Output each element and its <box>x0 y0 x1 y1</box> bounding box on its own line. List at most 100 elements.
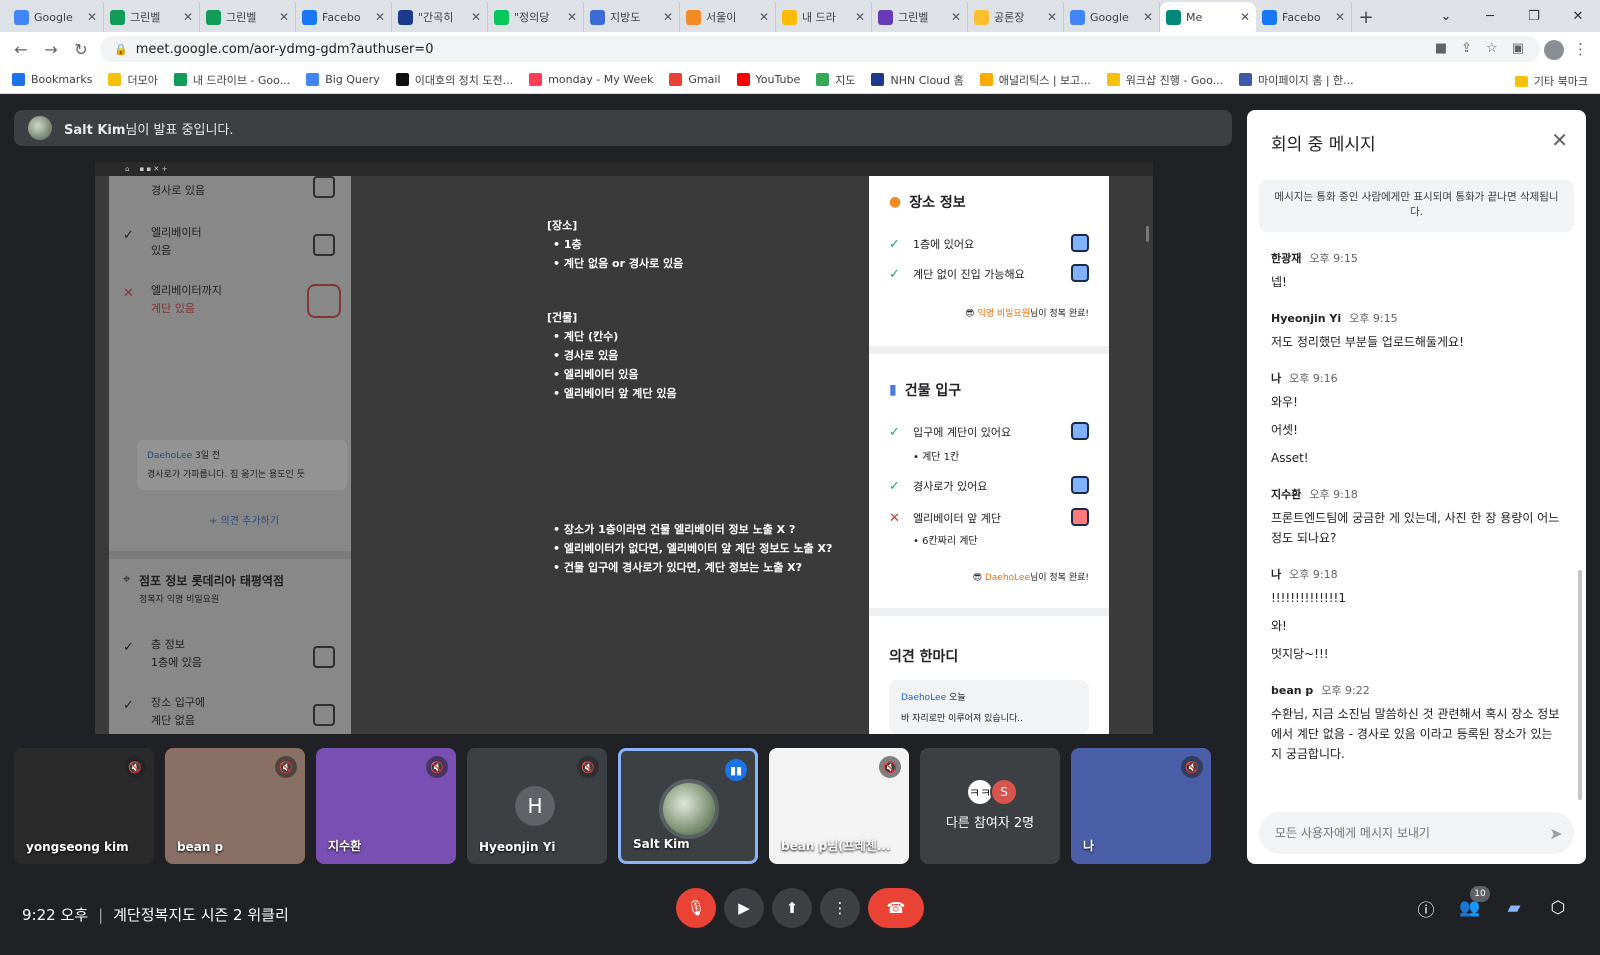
tab-search-icon[interactable]: ⌄ <box>1424 9 1468 24</box>
profile-avatar[interactable] <box>1544 40 1564 60</box>
tab-title: Facebo <box>322 10 361 24</box>
browser-tab[interactable]: 공론장 ✕ <box>968 2 1064 32</box>
bookmark-item[interactable]: Gmail <box>669 73 721 86</box>
participant-tile[interactable]: ▮▮ Salt Kim <box>618 748 758 864</box>
video-icon: ▶ <box>738 899 750 917</box>
camera-icon[interactable]: ■ <box>1435 41 1447 56</box>
participant-tile[interactable]: ㅋㅋ S 다른 참여자 2명 <box>920 748 1060 864</box>
bookmark-item[interactable]: 지도 <box>816 72 855 88</box>
browser-tab-strip: Google ✕ 그린벨 ✕ 그린벨 ✕ Facebo ✕ "간곡히 ✕ "정의당 ✕ 지방도 ✕ 서울이 ✕… <box>0 0 1600 32</box>
browser-tab[interactable]: 그린벨 ✕ <box>872 2 968 32</box>
tab-close-icon[interactable]: ✕ <box>855 10 865 24</box>
tab-close-icon[interactable]: ✕ <box>951 10 961 24</box>
browser-tab[interactable]: "간곡히 ✕ <box>392 2 488 32</box>
bookmark-item[interactable]: 워크샵 진행 - Goo... <box>1106 72 1223 88</box>
building-note-item: 계단 (칸수) <box>547 327 677 346</box>
browser-tab[interactable]: Facebo ✕ <box>296 2 392 32</box>
tab-close-icon[interactable]: ✕ <box>1047 10 1057 24</box>
pin-icon: ⌖ <box>123 572 131 587</box>
browser-tab[interactable]: 그린벨 ✕ <box>200 2 296 32</box>
maximize-button[interactable]: ❐ <box>1512 9 1556 24</box>
meeting-details-button[interactable]: ⓘ <box>1408 890 1444 926</box>
tab-list: Google ✕ 그린벨 ✕ 그린벨 ✕ Facebo ✕ "간곡히 ✕ "정의당 ✕ 지방도 ✕ 서울이 ✕… <box>0 0 1352 32</box>
chat-scrollbar[interactable] <box>1578 570 1582 800</box>
browser-tab[interactable]: 서울이 ✕ <box>680 2 776 32</box>
bookmark-item[interactable]: NHN Cloud 홈 <box>871 72 964 88</box>
tab-close-icon[interactable]: ✕ <box>1143 10 1153 24</box>
tab-close-icon[interactable]: ✕ <box>183 10 193 24</box>
tab-close-icon[interactable]: ✕ <box>87 10 97 24</box>
browser-tab[interactable]: 지방도 ✕ <box>584 2 680 32</box>
chat-title: 회의 중 메시지 <box>1271 135 1376 155</box>
bookmark-item[interactable]: monday - My Week <box>529 73 653 86</box>
new-tab-button[interactable]: + <box>1352 2 1380 32</box>
participant-tile[interactable]: 지수환 🔇 <box>316 748 456 864</box>
browser-tab[interactable]: "정의당 ✕ <box>488 2 584 32</box>
bookmark-item[interactable]: 내 드라이브 - Goo... <box>173 72 290 88</box>
bookmark-item[interactable]: 이대호의 정치 도전... <box>395 72 513 88</box>
tab-close-icon[interactable]: ✕ <box>375 10 385 24</box>
minimize-button[interactable]: ─ <box>1468 9 1512 24</box>
browser-tab[interactable]: 그린벨 ✕ <box>104 2 200 32</box>
left-item-1: 경사로 있음 <box>151 182 205 200</box>
shared-screen-tabbar: ⌂ ▪ ▪ ✕ + <box>95 162 1153 176</box>
tab-close-icon[interactable]: ✕ <box>279 10 289 24</box>
tab-close-icon[interactable]: ✕ <box>759 10 769 24</box>
participant-tile[interactable]: yongseong kim 🔇 <box>14 748 154 864</box>
bookmark-item[interactable]: 더모아 <box>108 72 158 88</box>
browser-tab[interactable]: Google ✕ <box>1064 2 1160 32</box>
browser-tab[interactable]: 내 드라 ✕ <box>776 2 872 32</box>
sidepanel-icon[interactable]: ▣ <box>1512 41 1524 56</box>
star-icon[interactable]: ☆ <box>1486 41 1498 56</box>
place-row-2: ✓ 계단 없이 진입 가능해요 <box>889 266 1025 282</box>
mic-off-button[interactable]: 🎙 <box>676 888 716 928</box>
participant-tile[interactable]: 나 🔇 <box>1071 748 1211 864</box>
meeting-time: 9:22 오후 <box>22 906 89 924</box>
rule-note-item: 엘리베이터가 없다면, 엘리베이터 앞 계단 정보도 노출 X? <box>547 539 833 558</box>
browser-tab[interactable]: Me ✕ <box>1160 2 1256 32</box>
left-item-4: 층 정보 1층에 있음 <box>151 636 202 672</box>
opinion-title: 의견 한마디 <box>889 646 958 666</box>
participant-tile[interactable]: H Hyeonjin Yi 🔇 <box>467 748 607 864</box>
forward-icon[interactable]: → <box>36 40 66 59</box>
tab-close-icon[interactable]: ✕ <box>567 10 577 24</box>
tab-close-icon[interactable]: ✕ <box>471 10 481 24</box>
ramp-icon <box>1071 264 1089 282</box>
leave-call-button[interactable]: ☎ <box>868 888 924 928</box>
bookmark-item[interactable]: YouTube <box>736 73 800 86</box>
present-button[interactable]: ⬆ <box>772 888 812 928</box>
tab-close-icon[interactable]: ✕ <box>663 10 673 24</box>
chat-message: 나 오후 9:18 !!!!!!!!!!!!!!1 와! 멋지당~!!! <box>1271 566 1563 664</box>
browser-menu-icon[interactable]: ⋮ <box>1573 40 1588 58</box>
ramp-icon <box>1071 476 1089 494</box>
bookmark-item[interactable]: 마이페이지 홈 | 한... <box>1239 72 1354 88</box>
people-button[interactable]: 👥 10 <box>1452 886 1490 926</box>
reload-icon[interactable]: ↻ <box>66 40 96 59</box>
camera-button[interactable]: ▶ <box>724 888 764 928</box>
more-options-button[interactable]: ⋮ <box>820 888 860 928</box>
share-icon[interactable]: ⇪ <box>1461 41 1472 56</box>
tab-favicon-icon <box>110 9 125 25</box>
bookmark-item[interactable]: 애널리틱스 | 보고... <box>979 72 1091 88</box>
meet-main: Salt Kim님이 발표 중입니다. ⌂ ▪ ▪ ✕ + 경사로 있음 ✓ 엘리… <box>0 94 1600 955</box>
chat-button[interactable]: ▰ <box>1496 890 1532 926</box>
activities-button[interactable]: ⬡ <box>1540 890 1576 926</box>
tab-close-icon[interactable]: ✕ <box>1335 10 1345 24</box>
tab-title: 서울이 <box>706 11 737 24</box>
other-bookmarks[interactable]: 기타 북마크 <box>1514 73 1588 89</box>
tab-title: Google <box>34 10 73 24</box>
browser-tab[interactable]: Google ✕ <box>8 2 104 32</box>
close-icon[interactable]: ✕ <box>1551 128 1568 152</box>
chat-input[interactable] <box>1275 826 1538 840</box>
close-window-button[interactable]: ✕ <box>1556 9 1600 24</box>
participant-tile[interactable]: bean p님(프레젠... 🔇 <box>769 748 909 864</box>
back-icon[interactable]: ← <box>6 40 36 59</box>
bookmark-item[interactable]: Big Query <box>306 73 380 86</box>
send-icon[interactable]: ➤ <box>1538 824 1574 843</box>
participant-tile[interactable]: bean p 🔇 <box>165 748 305 864</box>
url-bar[interactable]: 🔒 meet.google.com/aor-ydmg-gdm?authuser=… <box>100 36 1540 62</box>
participant-name: 다른 참여자 2명 <box>945 816 1035 831</box>
bookmark-item[interactable]: Bookmarks <box>12 73 92 86</box>
tab-close-icon[interactable]: ✕ <box>1240 10 1250 24</box>
browser-tab[interactable]: Facebo ✕ <box>1256 2 1352 32</box>
